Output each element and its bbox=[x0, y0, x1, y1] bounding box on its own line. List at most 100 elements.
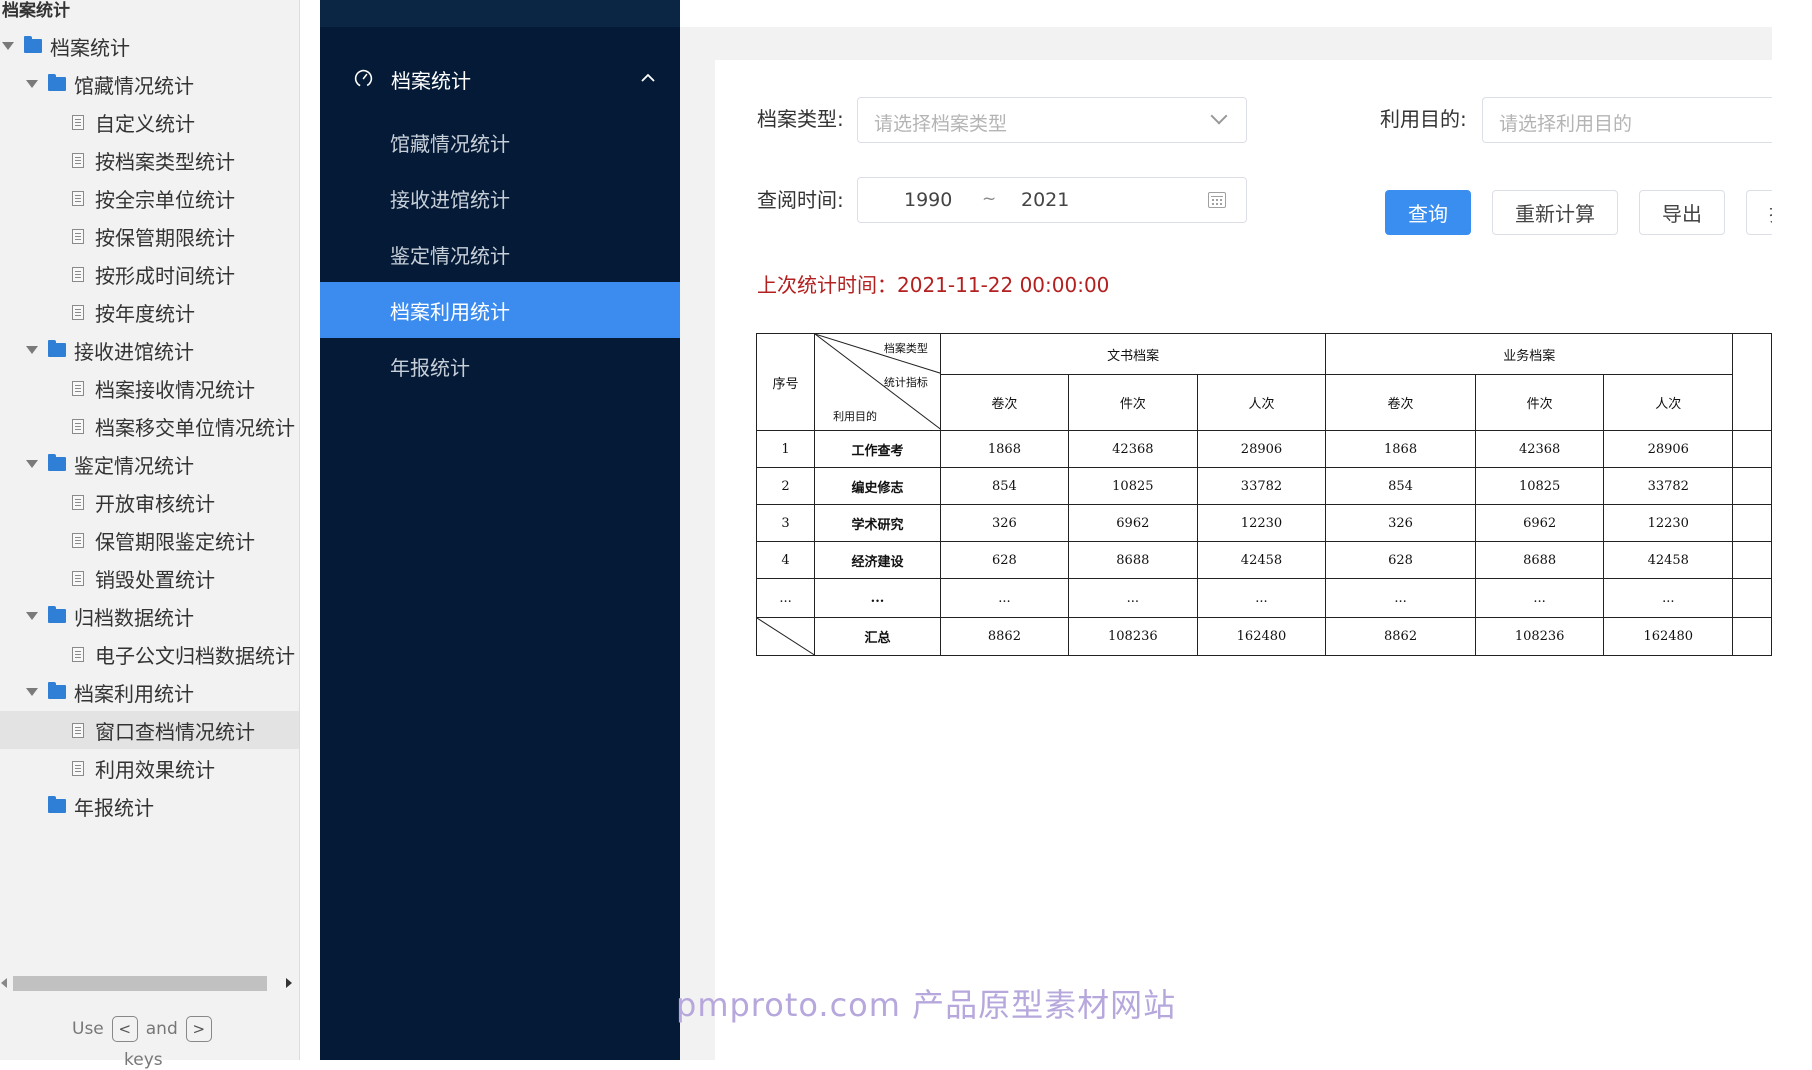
scroll-left-arrow-icon[interactable] bbox=[1, 978, 7, 988]
total-label-cell: 汇总 bbox=[814, 617, 941, 656]
caret-down-icon[interactable] bbox=[26, 460, 38, 468]
tree-leaf-node[interactable]: 保管期限鉴定统计 bbox=[0, 521, 299, 559]
tree-leaf-node[interactable]: 按档案类型统计 bbox=[0, 141, 299, 179]
sub-header-renci: 人次 bbox=[1603, 374, 1734, 431]
tree-leaf-node[interactable]: 档案接收情况统计 bbox=[0, 369, 299, 407]
caret-down-icon[interactable] bbox=[26, 612, 38, 620]
calendar-icon[interactable] bbox=[1208, 192, 1226, 208]
sub-header-jianci: 件次 bbox=[1474, 374, 1605, 431]
nav-item[interactable]: 接收进馆统计 bbox=[320, 170, 680, 226]
tree-horizontal-scrollbar[interactable] bbox=[0, 974, 299, 994]
tree-folder-node[interactable]: 鉴定情况统计 bbox=[0, 445, 299, 483]
tree-leaf-node[interactable]: 窗口查档情况统计 bbox=[0, 711, 299, 749]
tree-leaf-node[interactable]: 利用效果统计 bbox=[0, 749, 299, 787]
folder-icon bbox=[48, 74, 66, 91]
purpose-cell: 编史修志 bbox=[814, 467, 941, 505]
tree-leaf-node[interactable]: 按保管期限统计 bbox=[0, 217, 299, 255]
tree-folder-node[interactable]: 归档数据统计 bbox=[0, 597, 299, 635]
print-button[interactable]: 打印 bbox=[1746, 190, 1772, 235]
tree-node-label: 电子公文归档数据统计 bbox=[95, 643, 295, 668]
tree-node-label: 接收进馆统计 bbox=[74, 339, 194, 364]
tree-node-label: 按年度统计 bbox=[95, 301, 195, 326]
tree-folder-node[interactable]: 档案利用统计 bbox=[0, 673, 299, 711]
value-cell: 33782 bbox=[1603, 467, 1734, 505]
document-icon bbox=[72, 570, 84, 586]
value-cell: ... bbox=[1325, 578, 1476, 618]
tree-leaf-node[interactable]: 按全宗单位统计 bbox=[0, 179, 299, 217]
purpose-select[interactable]: 请选择利用目的 bbox=[1482, 97, 1772, 143]
purpose-placeholder: 请选择利用目的 bbox=[1499, 113, 1633, 135]
table-row: 1 工作查考 1868 42368 28906 1868 42368 28906 bbox=[755, 430, 1772, 468]
purpose-cell: 工作查考 bbox=[814, 430, 941, 468]
scroll-thumb[interactable] bbox=[13, 976, 267, 991]
date-range-picker[interactable]: 1990 ~ 2021 bbox=[857, 177, 1247, 223]
tree-leaf-node[interactable]: 电子公文归档数据统计 bbox=[0, 635, 299, 673]
value-cell: ... bbox=[1603, 578, 1734, 618]
chevron-down-icon bbox=[1210, 107, 1228, 125]
document-icon bbox=[72, 418, 84, 434]
chevron-up-icon[interactable] bbox=[640, 70, 656, 86]
tree-folder-node[interactable]: 年报统计 bbox=[0, 787, 299, 825]
row-no-cell: 4 bbox=[755, 541, 816, 579]
tree-folder-node[interactable]: 档案统计 bbox=[0, 27, 299, 65]
watermark-text: pmproto.com 产品原型素材网站 bbox=[676, 986, 1177, 1024]
archive-type-placeholder: 请选择档案类型 bbox=[874, 113, 1008, 135]
hint-use-text: Use bbox=[72, 1019, 104, 1039]
query-button[interactable]: 查询 bbox=[1385, 190, 1471, 235]
header-no: 序号 bbox=[755, 333, 816, 431]
value-cell: 326 bbox=[1325, 504, 1476, 542]
main-right-edge bbox=[1772, 0, 1812, 1060]
diag-indicator: 统计指标 bbox=[883, 376, 928, 389]
date-from[interactable]: 1990 bbox=[904, 189, 952, 211]
sub-header-juanci: 卷次 bbox=[1325, 374, 1476, 431]
keyboard-hint: Use < and > bbox=[72, 1016, 220, 1042]
time-label: 查阅时间: bbox=[757, 188, 844, 212]
tree-folder-node[interactable]: 接收进馆统计 bbox=[0, 331, 299, 369]
caret-down-icon[interactable] bbox=[26, 80, 38, 88]
statistics-side-nav: 档案统计 馆藏情况统计 接收进馆统计鉴定情况统计档案利用统计 年报统计 bbox=[320, 0, 680, 1060]
nav-item[interactable]: 年报统计 bbox=[320, 338, 680, 394]
tree-node-label: 开放审核统计 bbox=[95, 491, 215, 516]
caret-down-icon[interactable] bbox=[2, 42, 14, 50]
tree-node-label: 档案接收情况统计 bbox=[95, 377, 255, 402]
nav-item[interactable]: 档案利用统计 bbox=[320, 282, 680, 338]
value-cell: 854 bbox=[939, 467, 1070, 505]
archive-type-select[interactable]: 请选择档案类型 bbox=[857, 97, 1247, 143]
nav-group-header[interactable]: 档案统计 bbox=[320, 56, 680, 100]
cut-cell bbox=[1732, 467, 1772, 505]
value-cell: 10825 bbox=[1068, 467, 1198, 505]
document-icon bbox=[72, 646, 84, 662]
value-cell: 628 bbox=[939, 541, 1070, 579]
export-button[interactable]: 导出 bbox=[1639, 190, 1725, 235]
next-key-icon: > bbox=[185, 1016, 212, 1042]
tree-leaf-node[interactable]: 按年度统计 bbox=[0, 293, 299, 331]
scroll-right-arrow-icon[interactable] bbox=[286, 978, 292, 988]
tree-leaf-node[interactable]: 销毁处置统计 bbox=[0, 559, 299, 597]
value-cell: 28906 bbox=[1196, 430, 1327, 468]
caret-down-icon[interactable] bbox=[26, 346, 38, 354]
document-icon bbox=[72, 266, 84, 282]
document-icon bbox=[72, 380, 84, 396]
date-to[interactable]: 2021 bbox=[1021, 189, 1069, 211]
nav-item[interactable]: 鉴定情况统计 bbox=[320, 226, 680, 282]
folder-icon bbox=[48, 796, 66, 813]
purpose-cell: 经济建设 bbox=[814, 541, 941, 579]
value-cell: 1868 bbox=[939, 430, 1070, 468]
tree-leaf-node[interactable]: 自定义统计 bbox=[0, 103, 299, 141]
caret-down-icon[interactable] bbox=[26, 688, 38, 696]
nav-item-label: 鉴定情况统计 bbox=[390, 243, 510, 268]
group-header-wenshu: 文书档案 bbox=[939, 333, 1327, 375]
tree-node-label: 保管期限鉴定统计 bbox=[95, 529, 255, 554]
row-no-cell: 3 bbox=[755, 504, 816, 542]
sub-header-juanci: 卷次 bbox=[939, 374, 1070, 431]
tree-leaf-node[interactable]: 档案移交单位情况统计 bbox=[0, 407, 299, 445]
table-row: 4 经济建设 628 8688 42458 628 8688 42458 bbox=[755, 541, 1772, 579]
diagonal-header: 档案类型 统计指标 利用目的 bbox=[814, 333, 941, 431]
document-icon bbox=[72, 494, 84, 510]
archive-type-label: 档案类型: bbox=[757, 107, 844, 131]
tree-leaf-node[interactable]: 开放审核统计 bbox=[0, 483, 299, 521]
tree-folder-node[interactable]: 馆藏情况统计 bbox=[0, 65, 299, 103]
tree-leaf-node[interactable]: 按形成时间统计 bbox=[0, 255, 299, 293]
recalculate-button[interactable]: 重新计算 bbox=[1492, 190, 1618, 235]
nav-item[interactable]: 馆藏情况统计 bbox=[320, 114, 680, 170]
